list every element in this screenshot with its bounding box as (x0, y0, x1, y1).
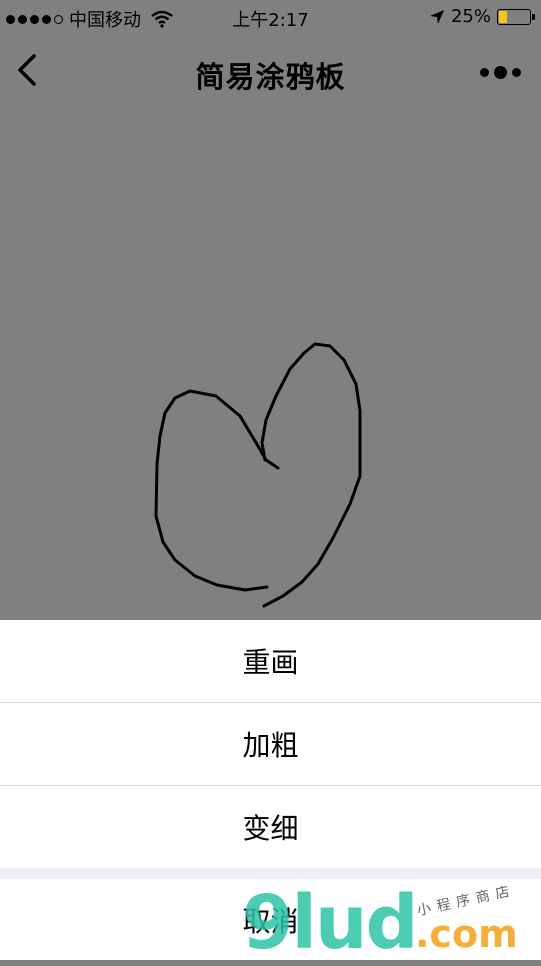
page-title: 简易涂鸦板 (195, 60, 346, 94)
doodle-stroke-left (154, 389, 280, 592)
more-menu-icon[interactable] (480, 66, 521, 79)
location-arrow-icon (429, 9, 444, 24)
battery-percent: 25% (450, 6, 491, 27)
thicken-label: 加粗 (242, 729, 299, 762)
watermark-brand: 9lud (242, 880, 419, 966)
doodle-drawing (154, 342, 362, 608)
drawing-canvas[interactable] (0, 106, 541, 620)
watermark: 9lud .com 小程序商店 (240, 880, 540, 966)
doodle-stroke-right (260, 342, 362, 608)
battery-fill (499, 10, 507, 23)
watermark-tld: .com (415, 912, 518, 956)
thin-button[interactable]: 变细 (0, 786, 541, 868)
redraw-button[interactable]: 重画 (0, 620, 541, 702)
status-right: 25% (429, 6, 535, 27)
battery-icon (497, 8, 535, 25)
status-bar: 中国移动 上午2:17 25% (0, 0, 541, 36)
thin-label: 变细 (242, 812, 299, 845)
redraw-label: 重画 (242, 646, 299, 679)
thicken-button[interactable]: 加粗 (0, 703, 541, 785)
navigation-bar: 简易涂鸦板 (0, 36, 541, 106)
